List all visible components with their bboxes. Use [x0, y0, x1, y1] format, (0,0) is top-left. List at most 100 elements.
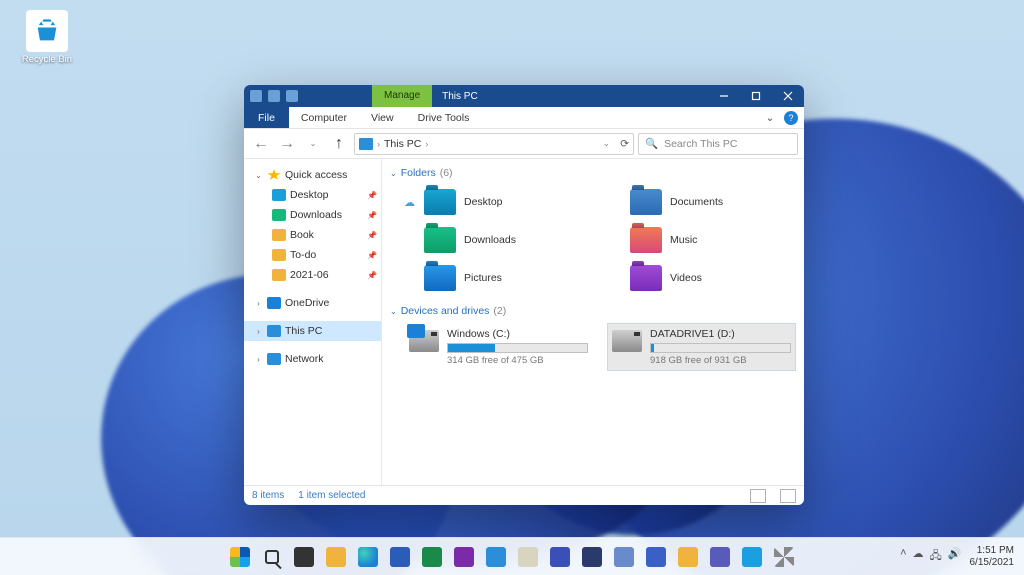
system-tray[interactable]: ˄ ☁ 🖧 🔊 1:51 PM 6/15/2021	[900, 545, 1024, 568]
folder-icon	[630, 227, 662, 253]
onedrive-icon	[267, 297, 281, 309]
folder-icon	[424, 227, 456, 253]
folder-item-music[interactable]: Music	[610, 223, 796, 257]
titlebar-qat-icon[interactable]	[250, 90, 262, 102]
refresh-button[interactable]: ⟳	[620, 138, 629, 150]
tree-item-downloads[interactable]: Downloads 📌	[244, 205, 381, 225]
taskbar-app-generic[interactable]	[482, 543, 510, 571]
content-pane[interactable]: ⌄ Folders (6) ☁ Desktop Documents	[382, 159, 804, 485]
folder-item-pictures[interactable]: Pictures	[404, 261, 590, 295]
folder-item-documents[interactable]: Documents	[610, 185, 796, 219]
taskbar-clock[interactable]: 1:51 PM 6/15/2021	[970, 545, 1015, 568]
status-selection: 1 item selected	[298, 490, 365, 501]
drive-item-d[interactable]: DATADRIVE1 (D:) 918 GB free of 931 GB	[607, 323, 796, 371]
task-view-button[interactable]	[290, 543, 318, 571]
titlebar[interactable]: Manage This PC	[244, 85, 804, 107]
network-tray-icon[interactable]: 🖧	[930, 547, 942, 566]
desktop-icon-recycle-bin[interactable]: Recycle Bin	[12, 10, 82, 65]
folder-item-desktop[interactable]: ☁ Desktop	[404, 185, 590, 219]
taskbar-app-teams[interactable]	[706, 543, 734, 571]
titlebar-qat-icon[interactable]	[268, 90, 280, 102]
tree-item-book[interactable]: Book 📌	[244, 225, 381, 245]
chevron-right-icon: ›	[425, 139, 428, 149]
tree-item-quick-access[interactable]: ⌄ Quick access	[244, 165, 381, 185]
group-header-folders[interactable]: ⌄ Folders (6)	[390, 167, 796, 179]
tray-overflow-icon[interactable]: ˄	[900, 547, 906, 566]
this-pc-icon	[267, 325, 281, 337]
search-icon: 🔍	[645, 137, 658, 150]
taskbar-search-button[interactable]	[258, 543, 286, 571]
folder-icon	[630, 265, 662, 291]
tree-item-network[interactable]: › Network	[244, 349, 381, 369]
drive-item-c[interactable]: Windows (C:) 314 GB free of 475 GB	[404, 323, 593, 371]
pin-icon: 📌	[367, 251, 377, 260]
taskbar-app-onenote[interactable]	[450, 543, 478, 571]
view-details-button[interactable]	[750, 489, 766, 503]
taskbar-app-word[interactable]	[386, 543, 414, 571]
folder-icon	[424, 189, 456, 215]
volume-tray-icon[interactable]: 🔊	[948, 547, 962, 566]
pin-icon: 📌	[367, 211, 377, 220]
expand-icon[interactable]: ›	[254, 299, 263, 308]
taskbar-app-generic[interactable]	[546, 543, 574, 571]
tree-item-2021-06[interactable]: 2021-06 📌	[244, 265, 381, 285]
taskbar-app-generic[interactable]	[514, 543, 542, 571]
collapse-icon[interactable]: ⌄	[390, 307, 397, 316]
nav-recent-button[interactable]: ⌄	[302, 133, 324, 155]
window-title: This PC	[432, 91, 488, 102]
taskbar-app-generic[interactable]	[610, 543, 638, 571]
taskbar-app-excel[interactable]	[418, 543, 446, 571]
ribbon-collapse-button[interactable]: ⌄	[758, 107, 782, 128]
onedrive-tray-icon[interactable]: ☁	[913, 547, 924, 566]
taskbar-app-generic[interactable]	[642, 543, 670, 571]
nav-tree: ⌄ Quick access Desktop 📌 Downloads 📌 Boo…	[244, 159, 382, 485]
ribbon-tab-view[interactable]: View	[359, 107, 406, 128]
view-tiles-button[interactable]	[780, 489, 796, 503]
address-dropdown-button[interactable]: ⌄	[603, 138, 611, 149]
taskbar-app-explorer[interactable]	[322, 543, 350, 571]
address-crumb[interactable]: This PC	[384, 138, 421, 150]
collapse-icon[interactable]: ⌄	[390, 169, 397, 178]
ribbon-tab-drive-tools[interactable]: Drive Tools	[406, 107, 482, 128]
ribbon-file-tab[interactable]: File	[244, 107, 289, 128]
taskbar-app-skype[interactable]	[738, 543, 766, 571]
drive-icon	[612, 330, 642, 352]
start-button[interactable]	[226, 543, 254, 571]
taskbar-app-settings[interactable]	[770, 543, 798, 571]
nav-back-button[interactable]: ←	[250, 133, 272, 155]
ribbon-context-tab-manage[interactable]: Manage	[372, 85, 432, 107]
this-pc-icon	[359, 138, 373, 150]
folder-icon	[272, 269, 286, 281]
ribbon: File Computer View Drive Tools ⌄ ?	[244, 107, 804, 129]
tree-item-todo[interactable]: To-do 📌	[244, 245, 381, 265]
help-button[interactable]: ?	[784, 111, 798, 125]
expand-icon[interactable]: ⌄	[254, 171, 263, 180]
ribbon-tab-computer[interactable]: Computer	[289, 107, 359, 128]
minimize-button[interactable]	[708, 85, 740, 107]
nav-forward-button[interactable]: →	[276, 133, 298, 155]
search-input[interactable]: 🔍 Search This PC	[638, 133, 798, 155]
titlebar-qat-icon[interactable]	[286, 90, 298, 102]
nav-up-button[interactable]: ↑	[328, 133, 350, 155]
maximize-button[interactable]	[740, 85, 772, 107]
expand-icon[interactable]: ›	[254, 327, 263, 336]
capacity-bar	[650, 343, 791, 353]
taskbar-app-generic[interactable]	[578, 543, 606, 571]
expand-icon[interactable]: ›	[254, 355, 263, 364]
tree-item-this-pc[interactable]: › This PC	[244, 321, 381, 341]
taskbar-app-edge[interactable]	[354, 543, 382, 571]
group-header-drives[interactable]: ⌄ Devices and drives (2)	[390, 305, 796, 317]
taskbar-app-generic[interactable]	[674, 543, 702, 571]
close-button[interactable]	[772, 85, 804, 107]
downloads-icon	[272, 209, 286, 221]
search-placeholder: Search This PC	[664, 138, 737, 150]
tree-item-desktop[interactable]: Desktop 📌	[244, 185, 381, 205]
tree-item-onedrive[interactable]: › OneDrive	[244, 293, 381, 313]
taskbar: ˄ ☁ 🖧 🔊 1:51 PM 6/15/2021	[0, 537, 1024, 575]
address-bar[interactable]: › This PC › ⌄ ⟳	[354, 133, 634, 155]
drive-icon	[409, 330, 439, 352]
folder-icon	[424, 265, 456, 291]
folder-item-videos[interactable]: Videos	[610, 261, 796, 295]
folder-item-downloads[interactable]: Downloads	[404, 223, 590, 257]
recycle-bin-icon	[26, 10, 68, 52]
